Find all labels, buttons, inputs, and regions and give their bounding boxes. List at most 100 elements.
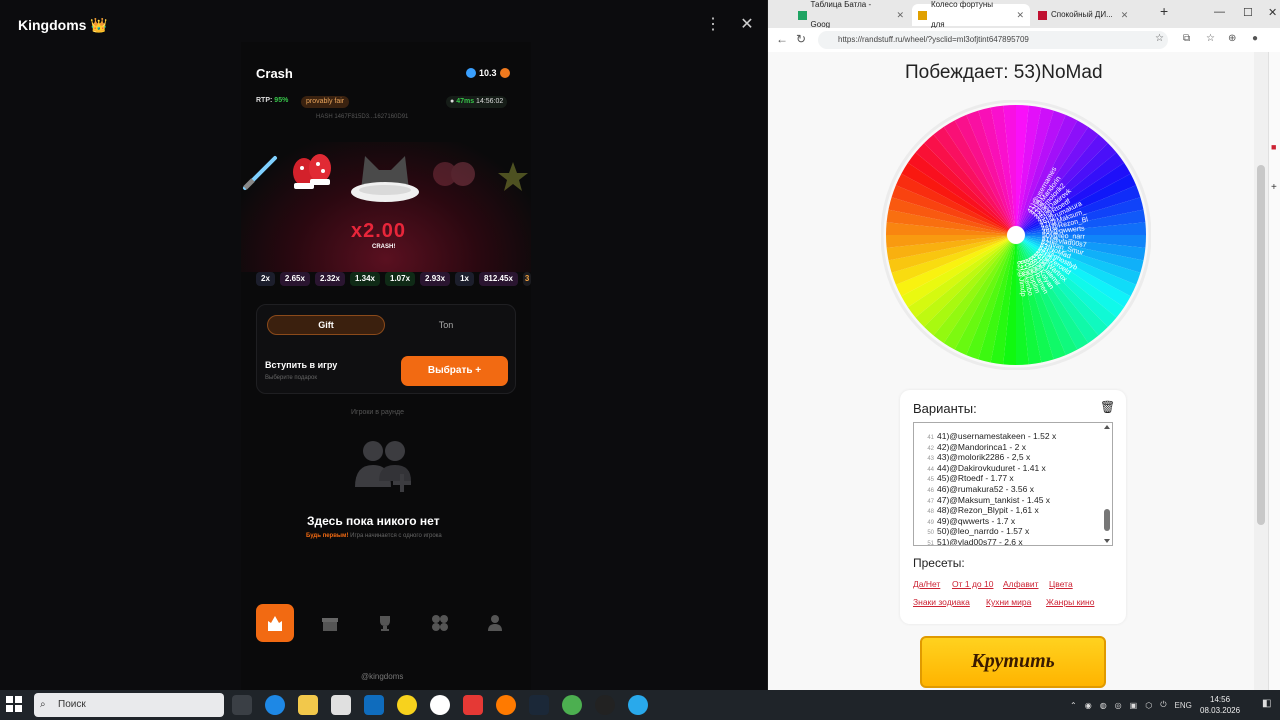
more-menu-icon[interactable]: ⋮ [705,14,721,34]
browser-window: Таблица Батла - Goog ✕ Колесо фортуны дл… [768,0,1280,690]
close-tab-icon[interactable]: ✕ [1016,5,1024,25]
search-label: Поиск [58,699,86,710]
outlook-icon[interactable] [364,695,384,715]
bookmark-star-icon[interactable]: ☆ [1155,33,1164,44]
footer-handle: @kingdoms [361,672,404,681]
variant-text: 49)@qwwerts - 1.7 x [937,515,1016,526]
variant-line: 50 50)@leo_narrdo - 1.57 x [914,526,1029,537]
round-hash[interactable]: HASH 1467F815D3...1627160D91 [316,114,408,120]
join-game-subtitle: Выберите подарок [265,375,317,381]
tab-gift[interactable]: Gift [267,315,385,335]
sidebar-app-icon[interactable]: ■ [1271,142,1276,152]
store-icon[interactable] [331,695,351,715]
preset-1-to-10[interactable]: От 1 до 10 [952,579,993,589]
spin-button[interactable]: Крутить [920,636,1106,688]
close-icon[interactable]: ✕ [738,14,756,34]
tab-ton[interactable]: Ton [387,315,505,335]
tray-app-icon[interactable]: ▣ [1130,701,1138,710]
telegram-window: Kingdoms 👑 ⋮ ✕ Crash 10.3 RTP: 95% prova… [0,0,767,690]
empty-state-title: Здесь пока никого нет [307,514,440,528]
variant-line: 51 51)@vlad00s77 - 2,6 x [914,537,1022,546]
obs-icon[interactable] [595,695,615,715]
trophy-icon [380,616,390,631]
window-close-icon[interactable]: ✕ [1268,6,1277,19]
taskbar-search[interactable]: Поиск [34,693,224,717]
tray-app-icon[interactable]: ⏻ [1160,700,1166,710]
tab-fortune-wheel[interactable]: Колесо фортуны для ✕ [912,0,1030,29]
preset-alphabet[interactable]: Алфавит [1003,579,1039,589]
windows-start-icon[interactable] [6,696,22,712]
rtp-value: 95% [274,97,289,104]
favorites-icon[interactable]: ☆ [1206,33,1215,44]
norton-icon[interactable] [397,695,417,715]
telegram-icon[interactable] [628,695,648,715]
window-title: Kingdoms 👑 [18,17,108,33]
textarea-scrollbar[interactable] [1102,423,1112,545]
sidebar-add-icon[interactable]: + [1271,182,1277,193]
nav-profile-button[interactable] [476,604,514,642]
tray-app-icon[interactable]: ⬡ [1145,701,1152,710]
balance-value: 10.3 [479,68,497,78]
steam-icon[interactable] [529,695,549,715]
tab-battle-sheet[interactable]: Таблица Батла - Goog ✕ [792,0,910,29]
server-time: 14:56:02 [476,98,504,105]
clock[interactable]: 14:56 08.03.2026 [1200,694,1240,716]
preset-colors[interactable]: Цвета [1049,579,1073,589]
variants-title: Варианты: [913,401,977,416]
variants-textarea[interactable]: 41 41)@usernamestakeen - 1.52 x 42 42)@Mand… [913,422,1113,546]
select-gift-button[interactable]: Выбрать + [401,356,508,386]
castle-icon [268,616,282,631]
empty-state-hint: Игра начинается с одного игрока [348,533,442,539]
grid-icon [432,615,448,631]
line-number: 45 [927,477,934,484]
variant-text: 43)@molorik2286 - 2,5 x [937,452,1031,463]
brave-icon[interactable] [496,695,516,715]
notifications-icon[interactable]: ◧ [1262,698,1271,709]
variant-line: 45 45)@Rtoedf - 1.77 x [914,473,1014,484]
language-indicator[interactable]: ENG [1175,701,1192,710]
close-tab-icon[interactable]: ✕ [896,5,904,25]
nav-crash-button[interactable] [256,604,294,642]
variant-text: 45)@Rtoedf - 1.77 x [937,473,1014,484]
nav-gifts-button[interactable] [311,604,349,642]
line-number: 42 [927,445,934,452]
reload-icon[interactable]: ↻ [796,32,806,46]
new-tab-icon[interactable]: + [1160,3,1168,19]
provably-fair-badge[interactable]: provably fair [301,96,350,108]
file-explorer-icon[interactable] [298,695,318,715]
line-number: 46 [927,488,934,494]
preset-movie-genres[interactable]: Жанры кино [1046,597,1094,607]
balance[interactable]: 10.3 [466,66,510,80]
minimize-icon[interactable]: — [1214,6,1225,18]
close-tab-icon[interactable]: ✕ [1121,5,1129,25]
fortune-wheel[interactable]: 41)@usernames42)@Mandorin43)@molorik244)… [881,100,1151,370]
crash-game-app: Crash 10.3 RTP: 95% provably fair ● 47ms… [241,42,532,690]
page-scrollbar-thumb[interactable] [1257,165,1265,525]
add-balance-icon[interactable] [499,68,510,78]
yandex-icon[interactable] [463,695,483,715]
nav-leaderboard-button[interactable] [366,604,404,642]
extensions-icon[interactable]: ⧉ [1183,33,1190,44]
url-field[interactable]: https://randstuff.ru/wheel/?ysclid=ml3of… [818,31,1168,49]
back-icon[interactable]: ← [776,32,788,46]
edge-icon[interactable] [265,695,285,715]
preset-zodiac[interactable]: Знаки зодиака [913,597,970,607]
ping-status: ● 47ms 14:56:02 [446,96,508,108]
maximize-icon[interactable]: ☐ [1243,6,1253,19]
tray-chevron-icon[interactable]: ⌃ [1070,701,1077,710]
line-number: 51 [927,541,934,546]
trash-icon[interactable]: 🗑 [1100,400,1115,414]
yandex-browser-icon[interactable] [430,695,450,715]
nav-games-button[interactable] [421,604,459,642]
profile-avatar-icon[interactable]: ● [1252,33,1258,44]
rtp-label: RTP: [256,97,273,104]
chrome-icon[interactable] [562,695,582,715]
preset-cuisines[interactable]: Кухни мира [986,597,1031,607]
collections-icon[interactable]: ⊕ [1228,33,1236,44]
tray-app-icon[interactable]: ◉ [1085,701,1092,710]
task-view-icon[interactable] [232,695,252,715]
tab-calm-stream[interactable]: Спокойный ДИ... ✕ [1032,4,1152,26]
tray-app-icon[interactable]: ◍ [1100,701,1107,710]
preset-yes-no[interactable]: Да/Нет [913,579,940,589]
tray-app-icon[interactable]: ◎ [1115,701,1122,710]
